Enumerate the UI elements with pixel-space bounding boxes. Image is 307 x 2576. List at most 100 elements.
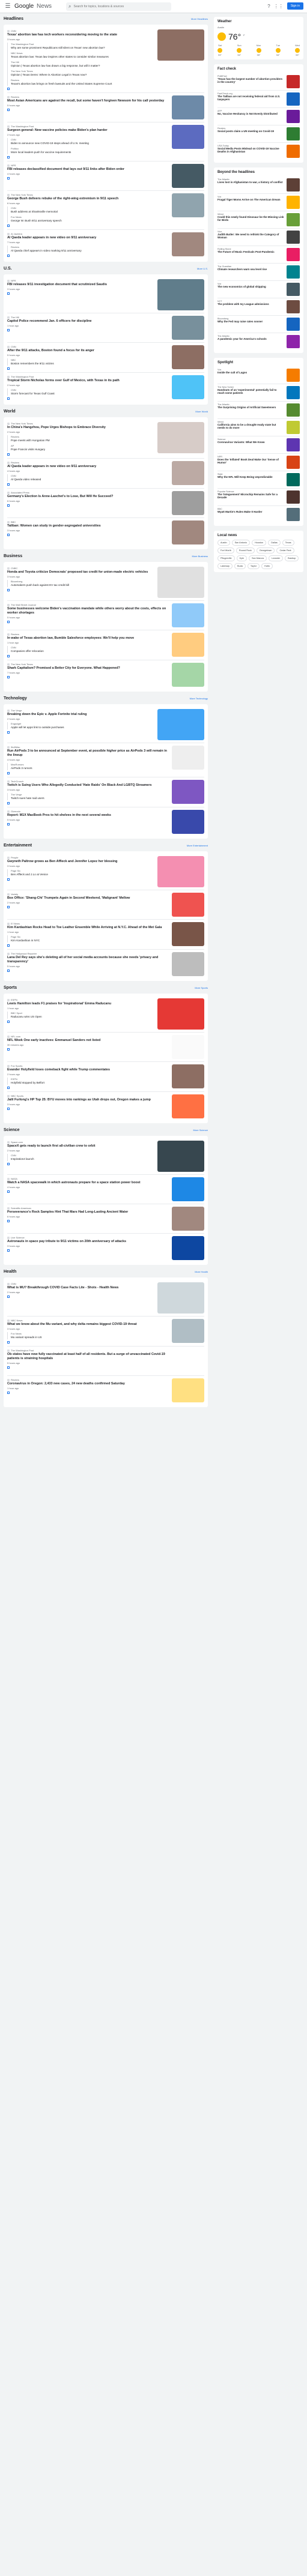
- sign-in-button[interactable]: Sign in: [287, 2, 303, 10]
- full-coverage-link[interactable]: [7, 1087, 168, 1089]
- section-heading[interactable]: Business: [4, 554, 22, 558]
- full-coverage-link[interactable]: [7, 504, 168, 507]
- story-thumbnail[interactable]: [157, 567, 204, 598]
- location-chip[interactable]: San Antonio: [231, 539, 251, 546]
- story-cluster[interactable]: The Hill Capitol Police recommend Jan. 6 …: [7, 313, 204, 343]
- full-coverage-link[interactable]: [7, 823, 168, 825]
- beyond-headlines-headline[interactable]: Judith Butler: We need to rethink the Ca…: [217, 233, 284, 240]
- story-thumbnail[interactable]: [172, 1236, 204, 1260]
- full-coverage-link[interactable]: [7, 944, 168, 947]
- story-thumbnail[interactable]: [157, 1141, 204, 1172]
- more-link[interactable]: More U.S.: [197, 267, 208, 270]
- full-coverage-link[interactable]: [7, 1392, 168, 1394]
- story-headline[interactable]: NFL Week One early inactives: Emmanuel S…: [7, 1039, 168, 1043]
- related-story[interactable]: CNN Companies offer relocation: [11, 646, 168, 653]
- beyond-headlines-item[interactable]: Wired Could this newly found Dinosaur be …: [217, 211, 300, 229]
- story-cluster[interactable]: CNBC Honda and Toyota criticize Democrats…: [7, 564, 204, 601]
- related-story[interactable]: NBC Boston remembers the 9/11 victims: [11, 358, 168, 366]
- related-story[interactable]: Page Six Kim Kardashian in NYC: [11, 935, 168, 943]
- story-cluster[interactable]: The Hollywood Reporter Lana Del Rey says …: [7, 950, 204, 979]
- story-thumbnail[interactable]: [172, 193, 204, 217]
- fact-check-headline[interactable]: Social posts claim a UN meeting on Covid…: [217, 130, 284, 133]
- section-heading[interactable]: World: [4, 409, 16, 414]
- related-headline[interactable]: Apple will let apps link to outside purc…: [11, 726, 154, 729]
- fact-check-thumbnail[interactable]: [287, 74, 300, 88]
- story-cluster[interactable]: NASA Watch a NASA spacewalk in which astr…: [7, 1175, 204, 1204]
- related-story[interactable]: AP Pope Francis visits Hungary: [11, 444, 154, 451]
- related-headline[interactable]: Mu variant spreads in US: [11, 1336, 168, 1339]
- full-coverage-link[interactable]: [7, 1341, 168, 1344]
- related-headline[interactable]: Al Qaeda video released: [11, 478, 168, 481]
- beyond-headlines-item[interactable]: The Atlantic Lives lost in Afghanistan to…: [217, 176, 300, 194]
- story-cluster[interactable]: The Wall Street Journal Some businesses w…: [7, 601, 204, 630]
- story-cluster[interactable]: Associated Press Germany's Election Is An…: [7, 489, 204, 518]
- related-story[interactable]: CNN Storm forecast for Texas Gulf Coast: [11, 388, 168, 396]
- location-chip[interactable]: Hutto: [261, 563, 273, 569]
- spotlight-headline[interactable]: Coronavirus Variants: What We Know: [217, 441, 284, 444]
- fact-check-thumbnail[interactable]: [287, 127, 300, 140]
- fact-check-item[interactable]: Reuters Social posts claim a UN meeting o…: [217, 125, 300, 143]
- story-cluster[interactable]: 9to5Mac Run AirPods 3 to be announced at …: [7, 743, 204, 777]
- story-cluster[interactable]: CNN Texas' abortion law has tech workers …: [7, 27, 204, 93]
- story-headline[interactable]: Ob states have now fully vaccinated at l…: [7, 1353, 168, 1361]
- spotlight-thumbnail[interactable]: [287, 438, 300, 451]
- location-chip[interactable]: Taylor: [247, 563, 260, 569]
- story-thumbnail[interactable]: [172, 461, 204, 485]
- story-cluster[interactable]: NBC Sports Jalil Furlong's HP Top 25: BYU…: [7, 1092, 204, 1121]
- story-cluster[interactable]: Reuters Al Qaeda leader appears in new vi…: [7, 459, 204, 489]
- story-headline[interactable]: Lewis Hamilton leads F1 praises for 'Ins…: [7, 1002, 154, 1006]
- beyond-headlines-item[interactable]: NYT The problem with Ivy League admission…: [217, 298, 300, 316]
- related-headline[interactable]: Raducanu wins US Open: [11, 1015, 154, 1019]
- full-coverage-link[interactable]: [7, 1296, 154, 1298]
- beyond-headlines-headline[interactable]: A pandemic year for America's schools: [217, 337, 284, 341]
- search-bar[interactable]: ⌕: [66, 2, 171, 11]
- spotlight-item[interactable]: Popular Science The 'Integuement' Microch…: [217, 489, 300, 506]
- story-cluster[interactable]: BBC Taliban: Women can study in gender-se…: [7, 518, 204, 547]
- story-headline[interactable]: Texas' abortion law has tech workers rec…: [7, 33, 154, 37]
- story-headline[interactable]: SpaceX gets ready to launch first all-ci…: [7, 1144, 154, 1148]
- story-headline[interactable]: Taliban: Women can study in gender-segre…: [7, 524, 168, 528]
- story-thumbnail[interactable]: [172, 1207, 204, 1231]
- story-thumbnail[interactable]: [172, 893, 204, 917]
- story-thumbnail[interactable]: [157, 29, 204, 61]
- related-headline[interactable]: Bush address at Shanksville memorial: [11, 210, 168, 214]
- section-heading[interactable]: Entertainment: [4, 843, 32, 848]
- story-cluster[interactable]: The Washington Post Tropical Storm Nichol…: [7, 373, 204, 402]
- more-link[interactable]: More World: [195, 410, 208, 413]
- related-story[interactable]: CNN Biden to announce new COVID-19 steps …: [11, 138, 168, 145]
- beyond-headlines-headline[interactable]: Why the Fed may raise rates sooner: [217, 320, 284, 324]
- related-headline[interactable]: AirPods 3 rumors: [11, 767, 168, 770]
- spotlight-item[interactable]: Science Coronavirus Variants: What We Kno…: [217, 436, 300, 454]
- related-story[interactable]: CNN Al Qaeda video released: [11, 474, 168, 481]
- full-coverage-link[interactable]: [7, 453, 154, 456]
- beyond-headlines-thumbnail[interactable]: [287, 265, 300, 279]
- story-thumbnail[interactable]: [172, 746, 204, 770]
- beyond-headlines-item[interactable]: The Atlantic A pandemic year for America'…: [217, 333, 300, 350]
- story-thumbnail[interactable]: [157, 422, 204, 453]
- related-story[interactable]: The Washington Post Why are some prominen…: [11, 43, 154, 50]
- story-thumbnail[interactable]: [172, 633, 204, 657]
- story-thumbnail[interactable]: [157, 998, 204, 1030]
- story-cluster[interactable]: The New York Times In China's Hangzhou, P…: [7, 420, 204, 459]
- story-headline[interactable]: What we know about the Mu variant, and w…: [7, 1323, 168, 1327]
- related-headline[interactable]: Companies offer relocation: [11, 650, 168, 653]
- location-chip[interactable]: Round Rock: [236, 547, 255, 554]
- beyond-headlines-thumbnail[interactable]: [287, 230, 300, 244]
- story-thumbnail[interactable]: [172, 125, 204, 149]
- story-headline[interactable]: Jalil Furlong's HP Top 25: BYU moves int…: [7, 1098, 168, 1102]
- more-link[interactable]: More Technology: [190, 697, 208, 700]
- related-headline[interactable]: Texas's abortion law brings on fresh law…: [11, 82, 154, 86]
- related-headline[interactable]: Opinion | Texas Dems: Where is Abortion …: [11, 73, 154, 77]
- related-headline[interactable]: Kim Kardashian in NYC: [11, 939, 168, 943]
- full-coverage-link[interactable]: [7, 1108, 168, 1110]
- more-link[interactable]: More Sports: [195, 986, 208, 989]
- related-story[interactable]: CNN Inspiration4 launch: [11, 1154, 154, 1161]
- section-heading[interactable]: U.S.: [4, 267, 12, 271]
- location-chip[interactable]: Cedar Park: [276, 547, 294, 554]
- location-chip[interactable]: Bastrop: [285, 555, 299, 561]
- section-heading[interactable]: Sports: [4, 986, 17, 990]
- story-thumbnail[interactable]: [172, 603, 204, 627]
- full-coverage-link[interactable]: [7, 109, 168, 111]
- spotlight-item[interactable]: Vox Inside the cult of Lagos: [217, 367, 300, 384]
- related-headline[interactable]: Al Qaeda chief appears in video marking …: [11, 249, 168, 253]
